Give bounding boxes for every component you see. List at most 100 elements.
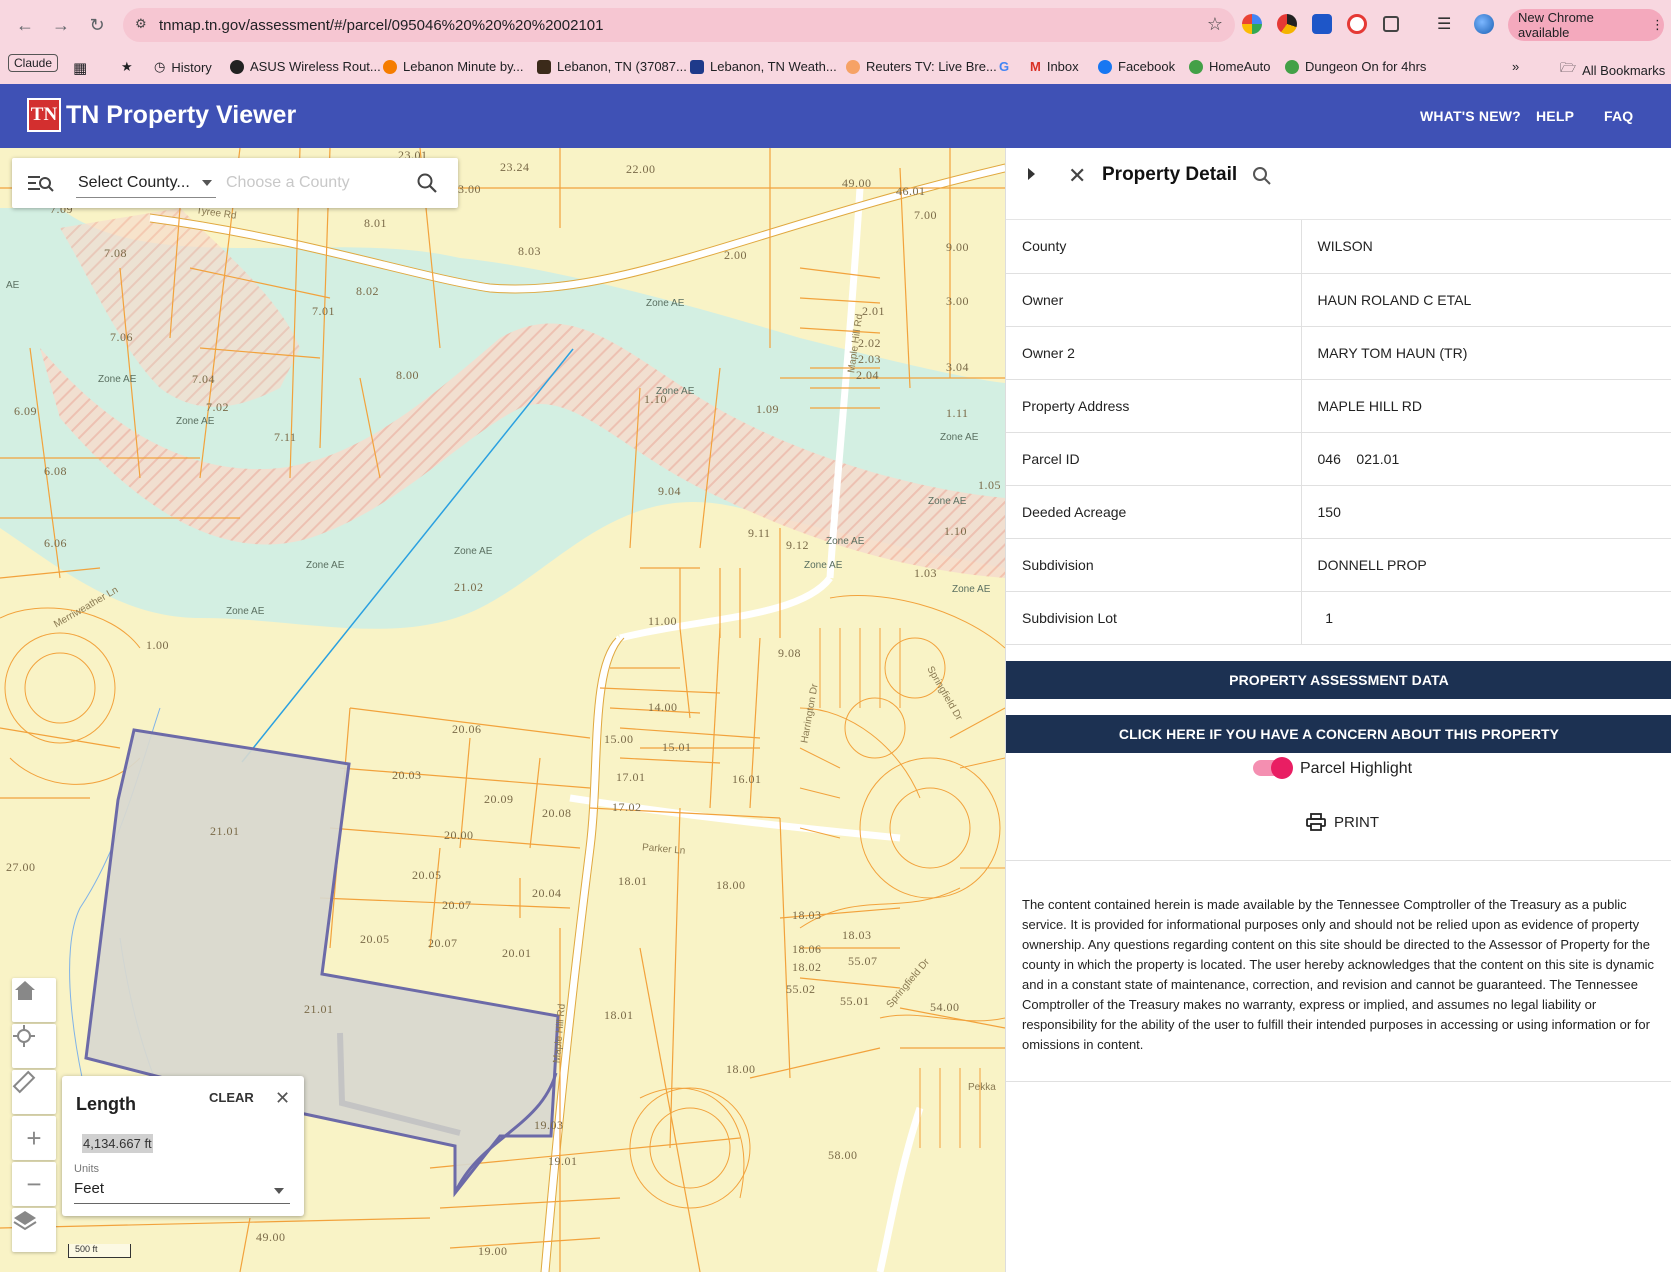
map-canvas[interactable]: 23.01 23.24 22.00 49.00 46.01 7.00 3.00 …	[0, 148, 1005, 1272]
bookmark-star-icon[interactable]: ☆	[1207, 14, 1223, 35]
close-icon[interactable]: ✕	[275, 1088, 290, 1109]
parcel-label: 18.02	[792, 960, 822, 974]
layers-button[interactable]	[12, 1208, 56, 1252]
folder-icon: 🗁	[1560, 60, 1577, 75]
search-icon[interactable]	[1252, 166, 1272, 186]
bookmarks-star-icon[interactable]: ★	[121, 59, 133, 75]
plus-icon: +	[26, 1122, 42, 1153]
media-control-icon[interactable]: ☰	[1437, 14, 1457, 34]
bookmark-dungeon[interactable]: Dungeon On for 4hrs	[1285, 59, 1426, 74]
crosshair-icon	[13, 1025, 35, 1047]
table-row: Subdivision DONNELL PROP	[1006, 538, 1671, 592]
parcel-highlight-toggle[interactable]	[1253, 757, 1293, 779]
parcel-label: 1.10	[944, 524, 967, 538]
units-label: Units	[74, 1163, 100, 1175]
units-select[interactable]: Feet	[74, 1178, 290, 1204]
bookmark-asus[interactable]: ASUS Wireless Rout...	[230, 59, 381, 74]
search-icon[interactable]	[416, 172, 438, 194]
extension-icon[interactable]	[1277, 14, 1297, 34]
parcel-label: 18.03	[792, 908, 822, 922]
parcel-label: 18.00	[726, 1062, 756, 1076]
parcel-label: 18.01	[604, 1008, 634, 1022]
all-bookmarks[interactable]: 🗁 All Bookmarks	[1560, 59, 1665, 81]
measure-result: 4,134.667 ft	[82, 1134, 153, 1153]
flood-zone-label: AE	[6, 280, 20, 291]
parcel-label: 7.00	[914, 208, 937, 222]
parcel-label: 2.00	[724, 248, 747, 262]
back-icon[interactable]: ←	[12, 12, 38, 38]
collapse-panel-icon[interactable]	[1028, 168, 1035, 180]
property-detail-panel: ✕ Property Detail County WILSON Owner HAUN…	[1005, 148, 1671, 1272]
print-button[interactable]: PRINT	[1306, 813, 1379, 831]
forward-icon[interactable]: →	[48, 12, 74, 38]
bookmark-lebanon-minute[interactable]: Lebanon Minute by...	[383, 59, 523, 74]
site-info-icon[interactable]: ⚙	[135, 16, 151, 32]
parcel-label: 22.00	[626, 162, 656, 176]
assessment-data-button[interactable]: PROPERTY ASSESSMENT DATA	[1006, 661, 1671, 699]
row-label: Owner	[1006, 273, 1302, 327]
parcel-label: 20.05	[360, 932, 390, 946]
parcel-label: 18.00	[716, 878, 746, 892]
parcel-label: 49.00	[842, 176, 872, 190]
bookmark-inbox[interactable]: M Inbox	[1030, 59, 1079, 74]
row-label: Owner 2	[1006, 326, 1302, 380]
home-button[interactable]	[12, 978, 56, 1022]
weather-icon	[690, 59, 704, 74]
gmail-icon: M	[1030, 59, 1041, 74]
table-row: Property Address MAPLE HILL RD	[1006, 379, 1671, 433]
bookmark-homeauto[interactable]: HomeAuto	[1189, 59, 1270, 74]
parcel-label: 6.09	[14, 404, 37, 418]
zoom-out-button[interactable]: −	[12, 1162, 56, 1206]
parcel-label: 23.24	[500, 160, 530, 174]
apps-grid-icon[interactable]: ▦	[73, 59, 87, 77]
address-bar[interactable]: ⚙ tnmap.tn.gov/assessment/#/parcel/09504…	[123, 8, 1235, 42]
profile-avatar[interactable]	[1474, 14, 1494, 34]
shield-extension-icon[interactable]	[1312, 14, 1332, 34]
help-link[interactable]: HELP	[1536, 108, 1574, 124]
bookmark-reuters[interactable]: Reuters TV: Live Bre...	[846, 59, 997, 74]
bookmark-google[interactable]: G	[999, 59, 1009, 74]
search-menu-icon[interactable]	[26, 171, 54, 195]
parcel-label: 21.01	[304, 1002, 334, 1016]
close-icon[interactable]: ✕	[1068, 163, 1086, 189]
parcel-label: 19.00	[478, 1244, 508, 1258]
google-icon: G	[999, 59, 1010, 74]
row-label: Property Address	[1006, 379, 1302, 433]
property-detail-table: County WILSON Owner HAUN ROLAND C ETAL Own…	[1006, 220, 1671, 645]
bookmark-lebanon-wu[interactable]: Lebanon, TN (37087...	[537, 59, 687, 74]
parcel-label: 1.03	[914, 566, 937, 580]
zoom-in-button[interactable]: +	[12, 1116, 56, 1160]
clear-button[interactable]: CLEAR	[209, 1090, 254, 1105]
parcel-label: 1.00	[146, 638, 169, 652]
parcel-label: 20.04	[532, 886, 562, 900]
row-value: 046 021.01	[1301, 432, 1671, 486]
street-label: Pekka	[968, 1082, 996, 1093]
reload-icon[interactable]: ↻	[84, 12, 110, 38]
power-extension-icon[interactable]	[1347, 14, 1367, 34]
locate-button[interactable]	[12, 1024, 56, 1068]
concern-button[interactable]: CLICK HERE IF YOU HAVE A CONCERN ABOUT T…	[1006, 715, 1671, 753]
extensions-puzzle-icon[interactable]	[1383, 16, 1399, 32]
new-chrome-available-button[interactable]: New Chrome available ⋮	[1508, 9, 1664, 41]
county-select[interactable]: Select County...	[76, 168, 216, 198]
more-bookmarks-icon[interactable]: »	[1512, 59, 1519, 74]
whats-new-link[interactable]: WHAT'S NEW?	[1420, 108, 1521, 124]
parcel-label: 20.03	[392, 768, 422, 782]
minus-icon: −	[26, 1168, 42, 1199]
bookmark-facebook[interactable]: Facebook	[1098, 59, 1175, 74]
faq-link[interactable]: FAQ	[1604, 108, 1633, 124]
flood-zone-label: Zone AE	[176, 416, 215, 427]
more-menu-icon[interactable]: ⋮	[1651, 17, 1664, 33]
url-text: tnmap.tn.gov/assessment/#/parcel/095046%…	[159, 16, 604, 34]
flood-zone-label: Zone AE	[306, 560, 345, 571]
row-value: WILSON	[1301, 220, 1671, 274]
measure-button[interactable]	[12, 1070, 56, 1114]
bookmark-lebanon-weather[interactable]: Lebanon, TN Weath...	[690, 59, 837, 74]
parcel-label: 2.03	[858, 352, 881, 366]
parcel-label: 55.07	[848, 954, 878, 968]
chrome-extension-icon[interactable]	[1242, 14, 1262, 34]
bookmark-history[interactable]: ◷ History	[154, 59, 212, 75]
measure-panel: Length CLEAR ✕ 4,134.667 ft Units Feet	[62, 1076, 304, 1216]
parcel-label: 15.01	[662, 740, 692, 754]
county-input[interactable]: Choose a County	[226, 174, 350, 192]
